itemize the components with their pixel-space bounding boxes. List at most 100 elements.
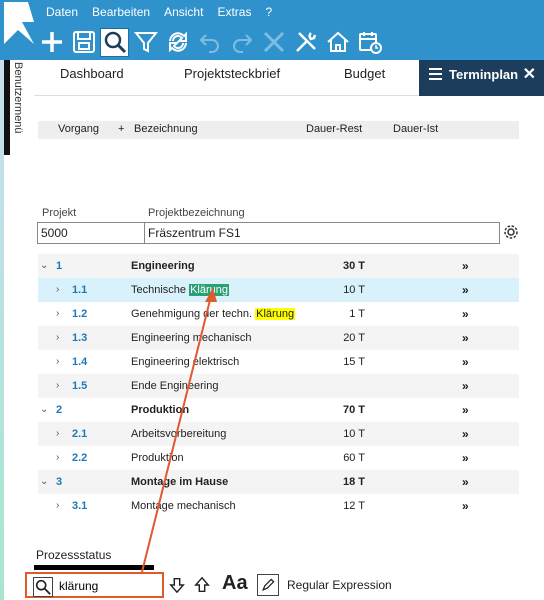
open-detail-button[interactable]: »: [462, 446, 469, 470]
desc-text: Technische: [131, 284, 190, 296]
chevron-right-icon[interactable]: ›: [56, 494, 59, 518]
col-vorgang[interactable]: Vorgang: [58, 123, 99, 135]
open-detail-button[interactable]: »: [462, 422, 469, 446]
save-icon[interactable]: [68, 27, 99, 58]
col-dauer-rest[interactable]: Dauer-Rest: [306, 123, 362, 135]
task-description: Ende Engineering: [131, 380, 219, 392]
refresh-icon[interactable]: [162, 27, 193, 58]
project-number-field[interactable]: 5000: [37, 222, 145, 244]
task-duration: 10 T: [343, 284, 365, 296]
gear-icon[interactable]: [503, 224, 519, 240]
chevron-right-icon[interactable]: ›: [56, 422, 59, 446]
tab-projektsteckbrief[interactable]: Projektsteckbrief: [184, 60, 280, 94]
chevron-right-icon[interactable]: ›: [56, 446, 59, 470]
hamburger-icon[interactable]: [429, 68, 442, 80]
delete-icon[interactable]: [258, 27, 289, 58]
undo-icon[interactable]: [194, 27, 225, 58]
table-row[interactable]: › 1.2 Genehmigung der techn. Klärung 1 T…: [38, 302, 519, 326]
search-box: [25, 572, 164, 598]
chevron-right-icon[interactable]: ›: [56, 326, 59, 350]
task-description: Genehmigung der techn. Klärung: [131, 302, 296, 326]
task-number: 3: [56, 476, 63, 488]
tab-budget[interactable]: Budget: [344, 60, 385, 94]
table-row[interactable]: › 2.1 Arbeitsvorbereitung 10 T »: [38, 422, 519, 446]
project-name-field[interactable]: Fräszentrum FS1: [144, 222, 500, 244]
label-projektbezeichnung: Projektbezeichnung: [148, 207, 245, 219]
table-row[interactable]: ⌄ 2 Produktion 70 T »: [38, 398, 519, 422]
col-plus[interactable]: +: [118, 123, 124, 135]
menu-daten[interactable]: Daten: [46, 5, 78, 19]
chevron-right-icon[interactable]: ›: [56, 278, 59, 302]
table-row[interactable]: ⌄ 1 Engineering 30 T »: [38, 254, 519, 278]
open-detail-button[interactable]: »: [462, 278, 469, 302]
open-detail-button[interactable]: »: [462, 470, 469, 494]
sidebar: Benutzermenü: [0, 60, 34, 600]
task-duration: 15 T: [343, 356, 365, 368]
tools-icon[interactable]: [290, 27, 321, 58]
table-row[interactable]: › 2.2 Produktion 60 T »: [38, 446, 519, 470]
column-header: Vorgang + Bezeichnung Dauer-Rest Dauer-I…: [38, 121, 519, 139]
task-number: 1.5: [72, 380, 88, 392]
tab-terminplan-label: Terminplan: [449, 67, 519, 82]
filter-icon[interactable]: [130, 27, 161, 58]
open-detail-button[interactable]: »: [462, 494, 469, 518]
task-number: 2: [56, 404, 63, 416]
open-detail-button[interactable]: »: [462, 398, 469, 422]
tab-dashboard[interactable]: Dashboard: [60, 60, 124, 94]
match-case-button[interactable]: Aa: [222, 572, 248, 595]
task-duration: 70 T: [342, 404, 365, 416]
tab-terminplan[interactable]: Terminplan ✕: [419, 60, 544, 96]
table-row[interactable]: ⌄ 3 Montage im Hause 18 T »: [38, 470, 519, 494]
chevron-down-icon[interactable]: ⌄: [40, 398, 48, 422]
arrow-up-icon[interactable]: [191, 574, 213, 596]
task-description: Montage mechanisch: [131, 500, 236, 512]
search-input[interactable]: [59, 577, 159, 595]
open-detail-button[interactable]: »: [462, 302, 469, 326]
menu-ansicht[interactable]: Ansicht: [164, 5, 203, 19]
prozessstatus-label[interactable]: Prozessstatus: [36, 548, 111, 562]
col-dauer-ist[interactable]: Dauer-Ist: [393, 123, 438, 135]
open-detail-button[interactable]: »: [462, 254, 469, 278]
label-projekt: Projekt: [42, 207, 77, 219]
col-bezeichnung[interactable]: Bezeichnung: [134, 123, 198, 135]
chevron-right-icon[interactable]: ›: [56, 350, 59, 374]
redo-icon[interactable]: [226, 27, 257, 58]
footer-indicator: [34, 565, 154, 570]
regex-label[interactable]: Regular Expression: [287, 578, 392, 592]
calendar-icon[interactable]: [354, 27, 385, 58]
open-detail-button[interactable]: »: [462, 350, 469, 374]
close-icon[interactable]: ✕: [523, 60, 536, 90]
task-description: Arbeitsvorbereitung: [131, 428, 227, 440]
app-toolbar: Daten Bearbeiten Ansicht Extras ?: [0, 0, 544, 60]
arrow-down-icon[interactable]: [166, 574, 188, 596]
open-detail-button[interactable]: »: [462, 374, 469, 398]
menu-extras[interactable]: Extras: [217, 5, 251, 19]
menu-bar: Daten Bearbeiten Ansicht Extras ?: [46, 5, 272, 19]
home-icon[interactable]: [322, 27, 353, 58]
table-row[interactable]: › 1.4 Engineering elektrisch 15 T »: [38, 350, 519, 374]
table-row[interactable]: › 1.5 Ende Engineering »: [38, 374, 519, 398]
sidebar-label[interactable]: Benutzermenü: [12, 62, 24, 134]
chevron-right-icon[interactable]: ›: [56, 302, 59, 326]
task-number: 3.1: [72, 500, 88, 512]
chevron-down-icon[interactable]: ⌄: [40, 470, 48, 494]
chevron-down-icon[interactable]: ⌄: [40, 254, 48, 278]
menu-bearbeiten[interactable]: Bearbeiten: [92, 5, 150, 19]
task-number: 1.3: [72, 332, 88, 344]
chevron-right-icon[interactable]: ›: [56, 374, 59, 398]
open-detail-button[interactable]: »: [462, 326, 469, 350]
search-icon[interactable]: [100, 27, 129, 57]
table-row[interactable]: › 1.1 Technische Klärung 10 T »: [38, 278, 519, 302]
table-row[interactable]: › 1.3 Engineering mechanisch 20 T »: [38, 326, 519, 350]
search-icon[interactable]: [33, 577, 53, 597]
menu-help[interactable]: ?: [265, 5, 272, 19]
task-description: Technische Klärung: [131, 278, 230, 302]
task-number: 1.4: [72, 356, 88, 368]
table-row[interactable]: › 3.1 Montage mechanisch 12 T »: [38, 494, 519, 518]
task-number: 2.2: [72, 452, 88, 464]
regex-toggle-icon[interactable]: [257, 574, 279, 596]
toolbar-icons: [36, 26, 385, 58]
task-description: Produktion: [131, 452, 184, 464]
add-icon[interactable]: [36, 27, 67, 58]
desc-text: Genehmigung der techn.: [131, 308, 256, 320]
